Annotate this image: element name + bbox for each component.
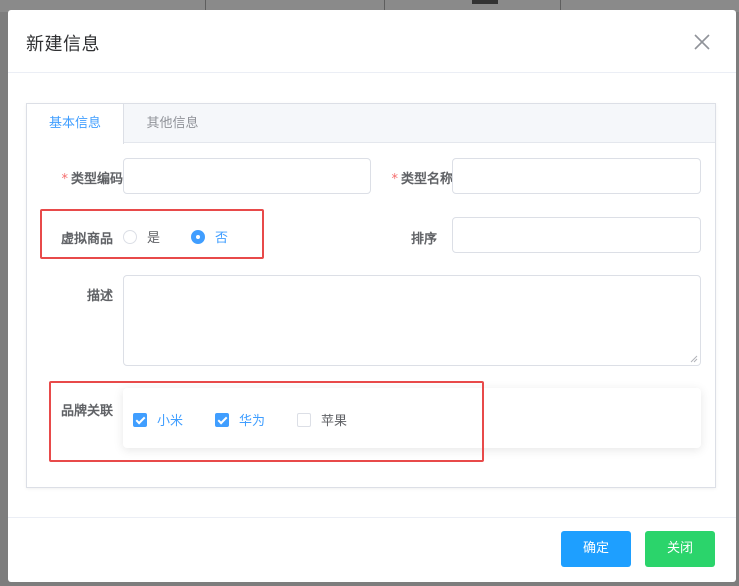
brand-xiaomi-checkbox[interactable]: 小米 <box>133 410 183 429</box>
tab-header: 基本信息 其他信息 <box>27 104 715 144</box>
required-asterisk: * <box>61 172 68 187</box>
checkbox-square <box>133 412 147 427</box>
sort-input[interactable] <box>452 217 701 253</box>
virtual-goods-no-radio[interactable]: 否 <box>191 227 228 246</box>
tab-basic-info[interactable]: 基本信息 <box>27 104 124 144</box>
checkbox-square <box>297 412 311 427</box>
checkbox-square <box>215 412 229 427</box>
new-info-dialog: 新建信息 基本信息 其他信息 *类型编码 *类型名称 虚拟商品 是 否 排序 <box>8 10 736 582</box>
header-divider <box>8 72 736 73</box>
brand-relation-label: 品牌关联 <box>60 404 113 419</box>
confirm-button[interactable]: 确定 <box>561 531 631 567</box>
radio-circle <box>123 229 137 244</box>
radio-circle <box>191 229 205 244</box>
close-icon[interactable] <box>692 32 712 52</box>
type-code-label: * 类型编码 <box>61 172 123 187</box>
sort-label: 排序 <box>410 232 437 247</box>
footer-divider <box>8 517 736 518</box>
description-label: 描述 <box>86 289 113 304</box>
virtual-goods-label: 虚拟商品 <box>60 232 113 247</box>
description-textarea[interactable] <box>123 275 701 366</box>
required-asterisk: * <box>391 172 398 187</box>
type-code-input[interactable] <box>123 158 371 194</box>
virtual-goods-yes-radio[interactable]: 是 <box>123 227 160 246</box>
resize-handle-icon[interactable] <box>690 355 698 363</box>
close-button[interactable]: 关闭 <box>645 531 715 567</box>
brand-huawei-checkbox[interactable]: 华为 <box>215 410 265 429</box>
tab-other-info[interactable]: 其他信息 <box>124 104 221 143</box>
brand-apple-checkbox[interactable]: 苹果 <box>297 410 347 429</box>
type-name-input[interactable] <box>452 158 701 194</box>
tabs-card: 基本信息 其他信息 * 类型编码 * 类型名称 虚拟商品 是 否 排序 描述 品… <box>26 103 716 488</box>
type-name-label: * 类型名称 <box>391 172 453 187</box>
dialog-title: 新建信息 <box>26 34 100 55</box>
brand-checkbox-group: 小米 华为 苹果 <box>123 388 701 448</box>
